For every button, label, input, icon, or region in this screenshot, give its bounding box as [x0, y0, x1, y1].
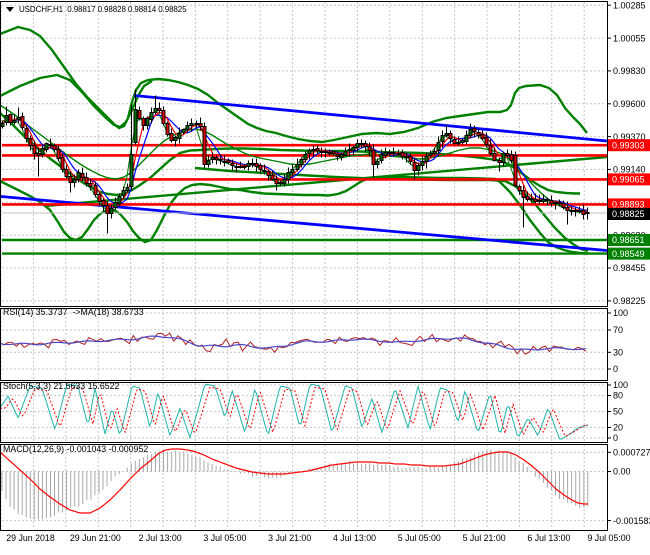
svg-text:MACD(12,26,9) -0.001043 -0.000: MACD(12,26,9) -0.001043 -0.000952: [3, 444, 148, 454]
svg-text:80: 80: [613, 391, 623, 401]
svg-text:0.98455: 0.98455: [613, 263, 646, 273]
svg-text:0: 0: [613, 433, 618, 443]
svg-text:1.00285: 1.00285: [613, 0, 646, 10]
svg-text:USDCHF,H1 0.98817 0.98828 0.9: USDCHF,H1 0.98817 0.98828 0.98814 0.9882…: [19, 5, 187, 14]
svg-text:0.00: 0.00: [613, 467, 631, 477]
svg-text:0.98549: 0.98549: [612, 249, 645, 259]
svg-text:0: 0: [613, 364, 618, 374]
svg-text:-0.001583: -0.001583: [613, 516, 650, 526]
svg-text:5 Jul 21:00: 5 Jul 21:00: [463, 533, 506, 543]
svg-text:0.000727: 0.000727: [613, 448, 650, 458]
svg-text:0.99065: 0.99065: [612, 175, 645, 185]
svg-text:30: 30: [613, 348, 623, 358]
svg-text:0.99830: 0.99830: [613, 66, 646, 76]
svg-text:4 Jul 13:00: 4 Jul 13:00: [333, 533, 376, 543]
svg-text:100: 100: [613, 308, 628, 318]
svg-text:0.98225: 0.98225: [613, 296, 646, 306]
svg-text:0.99303: 0.99303: [612, 140, 645, 150]
svg-text:100: 100: [613, 380, 628, 390]
svg-text:0.98825: 0.98825: [612, 209, 645, 219]
svg-text:29 Jun 2018: 29 Jun 2018: [6, 533, 55, 543]
svg-text:50: 50: [613, 407, 623, 417]
svg-text:0.99140: 0.99140: [613, 165, 646, 175]
svg-text:0.98651: 0.98651: [612, 235, 645, 245]
svg-text:5 Jul 05:00: 5 Jul 05:00: [398, 533, 441, 543]
svg-text:3 Jul 21:00: 3 Jul 21:00: [268, 533, 311, 543]
svg-text:3 Jul 05:00: 3 Jul 05:00: [203, 533, 246, 543]
svg-text:20: 20: [613, 423, 623, 433]
svg-text:9 Jul 05:00: 9 Jul 05:00: [587, 533, 630, 543]
svg-text:2 Jul 13:00: 2 Jul 13:00: [139, 533, 182, 543]
svg-text:29 Jun 21:00: 29 Jun 21:00: [70, 533, 121, 543]
svg-text:70: 70: [613, 325, 623, 335]
svg-text:6 Jul 13:00: 6 Jul 13:00: [527, 533, 570, 543]
svg-text:0.99600: 0.99600: [613, 99, 646, 109]
svg-text:1.00055: 1.00055: [613, 33, 646, 43]
